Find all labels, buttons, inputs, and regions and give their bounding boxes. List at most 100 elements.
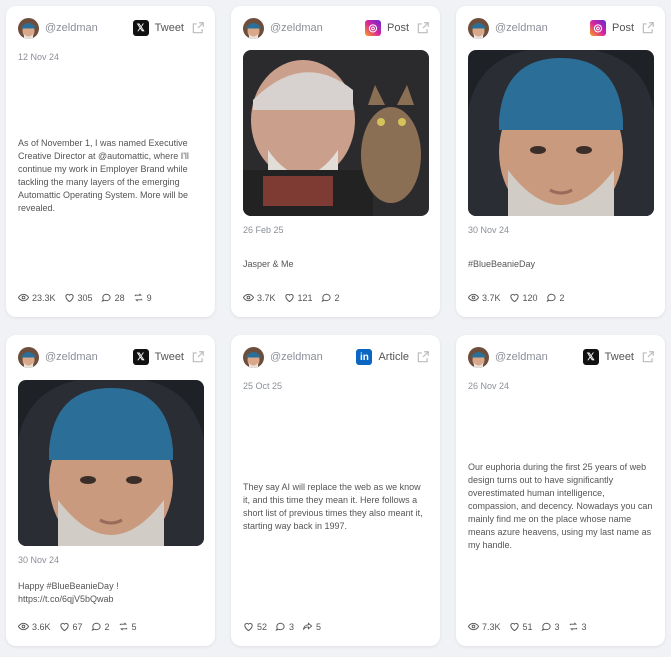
external-link-icon[interactable] (191, 21, 205, 35)
post-date: 30 Nov 24 (468, 225, 510, 235)
eye-icon (18, 292, 29, 303)
post-date: 26 Feb 25 (243, 225, 284, 235)
post-image[interactable] (468, 50, 654, 216)
replies-stat: 2 (321, 292, 340, 303)
author-handle[interactable]: @zeldman (270, 351, 323, 363)
shares-stat: 5 (302, 621, 321, 632)
views-stat: 3.7K (468, 292, 501, 303)
likes-stat: 67 (59, 621, 83, 632)
heart-icon (243, 621, 254, 632)
post-card[interactable]: @zeldman 𝕏 Tweet 26 Nov 24 Our euphoria … (456, 335, 665, 646)
linkedin-icon: in (356, 349, 373, 365)
card-header: @zeldman in Article (243, 346, 430, 368)
instagram-icon: ◎ (589, 20, 606, 36)
avatar (243, 18, 264, 39)
post-date: 26 Nov 24 (468, 381, 510, 391)
post-image[interactable] (243, 50, 429, 216)
platform-name: Post (611, 22, 634, 34)
avatar (18, 18, 39, 39)
post-text: Happy #BlueBeanieDay ! https://t.co/6qjV… (18, 580, 204, 606)
views-stat: 23.3K (18, 292, 56, 303)
post-text: #BlueBeanieDay (468, 259, 536, 269)
post-stats: 23.3K 305 28 9 (18, 292, 160, 303)
post-text: As of November 1, I was named Executive … (18, 138, 189, 213)
author-handle[interactable]: @zeldman (495, 351, 548, 363)
platform-name: Tweet (604, 351, 634, 363)
likes-stat: 52 (243, 621, 267, 632)
replies-stat: 2 (91, 621, 110, 632)
post-text: They say AI will replace the web as we k… (243, 482, 423, 531)
eye-icon (468, 292, 479, 303)
post-image[interactable] (18, 380, 204, 546)
post-date: 12 Nov 24 (18, 52, 60, 62)
instagram-icon: ◎ (364, 20, 381, 36)
reposts-stat: 5 (118, 621, 137, 632)
x-icon: 𝕏 (132, 20, 149, 36)
external-link-icon[interactable] (641, 21, 655, 35)
card-header: @zeldman ◎ Post (243, 17, 430, 39)
post-card[interactable]: @zeldman 𝕏 Tweet 30 Nov 24 Happy #BlueBe… (6, 335, 215, 646)
post-link[interactable]: https://t.co/6qjV5bQwab (18, 593, 204, 606)
post-stats: 3.6K 67 2 5 (18, 621, 145, 632)
author-handle[interactable]: @zeldman (495, 22, 548, 34)
avatar (468, 18, 489, 39)
likes-stat: 305 (64, 292, 93, 303)
heart-icon (284, 292, 295, 303)
platform-name: Tweet (154, 351, 184, 363)
likes-stat: 51 (509, 621, 533, 632)
reposts-stat: 3 (568, 621, 587, 632)
card-header: @zeldman ◎ Post (468, 17, 655, 39)
post-stats: 3.7K 120 2 (468, 292, 573, 303)
repost-icon (118, 621, 129, 632)
comment-icon (541, 621, 552, 632)
comment-icon (321, 292, 332, 303)
replies-stat: 3 (541, 621, 560, 632)
comment-icon (101, 292, 112, 303)
post-stats: 3.7K 121 2 (243, 292, 348, 303)
replies-stat: 3 (275, 621, 294, 632)
post-card[interactable]: @zeldman in Article 25 Oct 25 They say A… (231, 335, 440, 646)
post-card[interactable]: @zeldman ◎ Post 30 Nov 24 #BlueBeanieDay… (456, 6, 665, 317)
post-text: Our euphoria during the first 25 years o… (468, 462, 653, 550)
author-handle[interactable]: @zeldman (45, 22, 98, 34)
post-stats: 7.3K 51 3 3 (468, 621, 595, 632)
avatar (243, 347, 264, 368)
card-header: @zeldman 𝕏 Tweet (18, 346, 205, 368)
repost-icon (568, 621, 579, 632)
post-stats: 52 3 5 (243, 621, 329, 632)
share-icon (302, 621, 313, 632)
external-link-icon[interactable] (191, 350, 205, 364)
avatar (18, 347, 39, 368)
author-handle[interactable]: @zeldman (45, 351, 98, 363)
platform-label: 𝕏 Tweet (132, 349, 205, 365)
card-header: @zeldman 𝕏 Tweet (468, 346, 655, 368)
platform-name: Tweet (154, 22, 184, 34)
reposts-stat: 9 (133, 292, 152, 303)
post-card[interactable]: @zeldman 𝕏 Tweet 12 Nov 24 As of Novembe… (6, 6, 215, 317)
avatar (468, 347, 489, 368)
views-stat: 7.3K (468, 621, 501, 632)
replies-stat: 28 (101, 292, 125, 303)
repost-icon (133, 292, 144, 303)
heart-icon (509, 292, 520, 303)
platform-label: ◎ Post (589, 20, 655, 36)
external-link-icon[interactable] (416, 350, 430, 364)
eye-icon (18, 621, 29, 632)
platform-label: 𝕏 Tweet (132, 20, 205, 36)
external-link-icon[interactable] (641, 350, 655, 364)
card-header: @zeldman 𝕏 Tweet (18, 17, 205, 39)
platform-label: 𝕏 Tweet (582, 349, 655, 365)
comment-icon (546, 292, 557, 303)
post-date: 25 Oct 25 (243, 381, 283, 391)
heart-icon (509, 621, 520, 632)
author-handle[interactable]: @zeldman (270, 22, 323, 34)
likes-stat: 121 (284, 292, 313, 303)
eye-icon (243, 292, 254, 303)
replies-stat: 2 (546, 292, 565, 303)
platform-name: Post (386, 22, 409, 34)
post-text-line: Happy #BlueBeanieDay ! (18, 581, 119, 591)
heart-icon (64, 292, 75, 303)
external-link-icon[interactable] (416, 21, 430, 35)
platform-name: Article (378, 351, 409, 363)
post-card[interactable]: @zeldman ◎ Post 26 Feb 25 Jasper & Me 3.… (231, 6, 440, 317)
